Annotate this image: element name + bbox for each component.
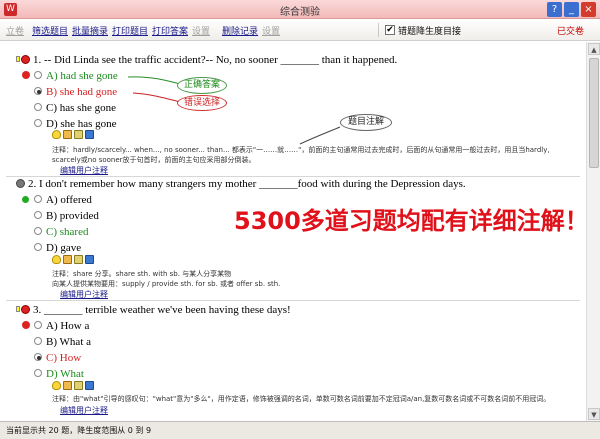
filter-checkbox[interactable]: ✔ bbox=[385, 25, 395, 35]
toolbar-item-filter[interactable]: 筛选题目 bbox=[32, 24, 68, 37]
toolbar-item-print-answers[interactable]: 打印答案 bbox=[152, 24, 188, 37]
wrong-choice-callout: 错误选择 bbox=[177, 95, 227, 111]
correct-answer-callout: 正确答案 bbox=[177, 77, 227, 94]
toolbar-item-settings[interactable]: 设置 bbox=[192, 24, 210, 37]
promo-banner: 5300多道习题均配有详细注解！ bbox=[234, 207, 586, 235]
question-list: 1. -- Did Linda see the traffic accident… bbox=[0, 42, 586, 421]
toolbar-item-delete-record[interactable]: 删除记录 bbox=[222, 24, 258, 37]
question-note-callout: 题目注解 bbox=[340, 114, 392, 131]
toolbar: 立卷 筛选题目 批量摘录 打印题目 打印答案 设置 删除记录 设置 ✔ 错题降生… bbox=[0, 19, 600, 41]
toolbar-item-lijuan[interactable]: 立卷 bbox=[6, 24, 24, 37]
close-button[interactable]: × bbox=[581, 2, 596, 17]
arrow-correct-answer bbox=[127, 76, 181, 85]
toolbar-item-settings-2[interactable]: 设置 bbox=[262, 24, 280, 37]
toolbar-separator bbox=[378, 23, 379, 37]
status-text: 当前显示共 20 题，降生度范围从 0 到 9 bbox=[6, 426, 152, 435]
scroll-up-arrow-icon[interactable]: ▲ bbox=[588, 43, 600, 55]
arrow-question-note bbox=[299, 126, 341, 145]
submitted-label: 已交卷 bbox=[556, 27, 584, 37]
filter-checkbox-label: 错题降生度目接 bbox=[398, 27, 462, 37]
title-bar: W 综合测验 ? _ × bbox=[0, 0, 600, 19]
toolbar-item-batch-excerpt[interactable]: 批量摘录 bbox=[72, 24, 108, 37]
vertical-scrollbar[interactable]: ▲ ▼ bbox=[586, 42, 600, 421]
arrow-wrong-choice bbox=[132, 92, 181, 103]
help-button[interactable]: ? bbox=[547, 2, 562, 17]
toolbar-item-print-questions[interactable]: 打印题目 bbox=[112, 24, 148, 37]
minimize-button[interactable]: _ bbox=[564, 2, 579, 17]
scrollbar-thumb[interactable] bbox=[589, 58, 599, 168]
status-bar: 当前显示共 20 题，降生度范围从 0 到 9 bbox=[0, 421, 600, 439]
window-title: 综合测验 bbox=[280, 7, 320, 18]
scroll-down-arrow-icon[interactable]: ▼ bbox=[588, 408, 600, 420]
